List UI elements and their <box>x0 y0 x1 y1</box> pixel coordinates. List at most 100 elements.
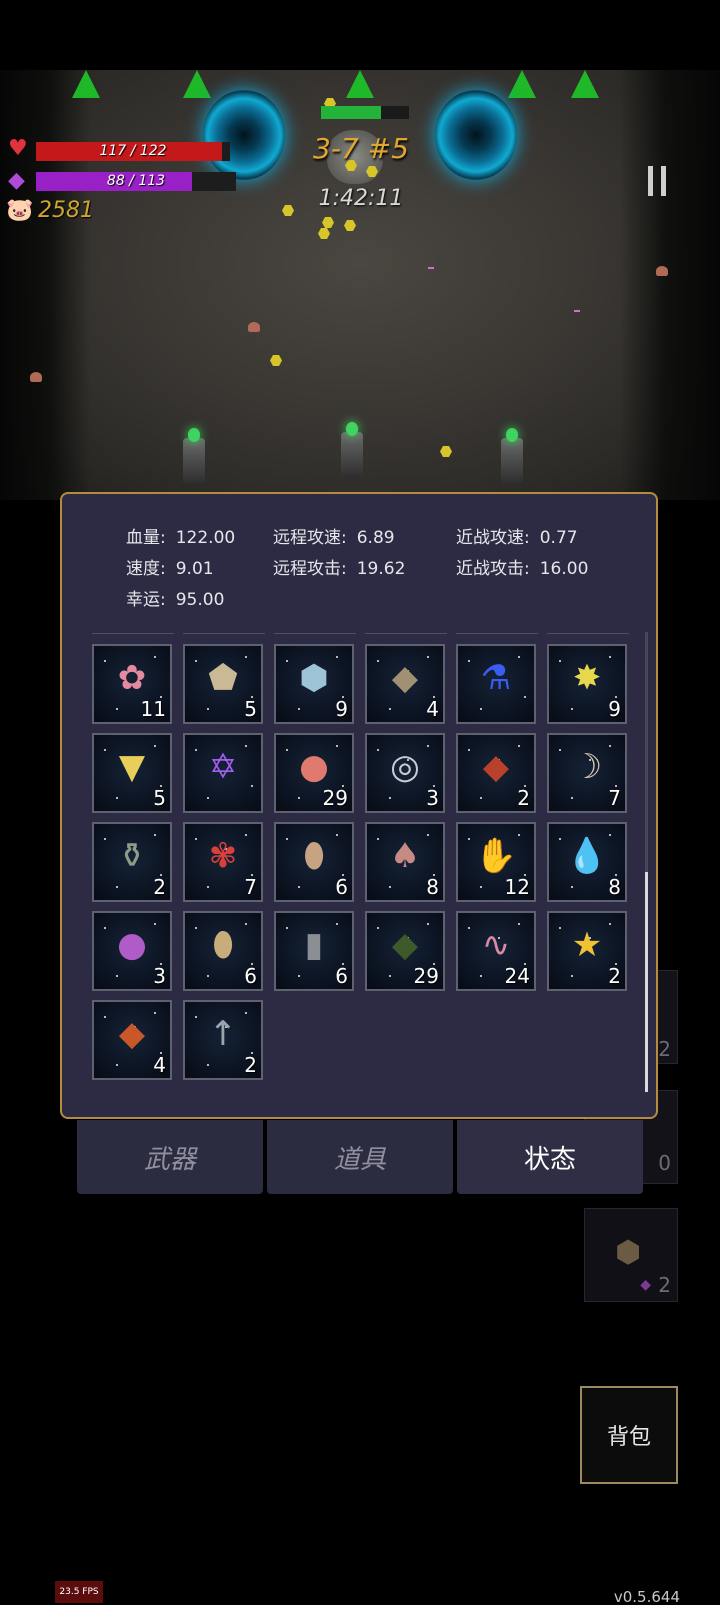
item-slot[interactable]: ∿ 24 <box>456 911 536 991</box>
item-count: 8 <box>608 875 621 899</box>
side-slot-dice[interactable]: ⬢ ◆ 2 <box>584 1208 678 1302</box>
item-count: 3 <box>426 786 439 810</box>
star-sparkle <box>207 1064 209 1066</box>
item-slot[interactable]: ✋ 12 <box>456 822 536 902</box>
star-sparkle <box>207 708 209 710</box>
item-slot[interactable]: ✾ 7 <box>183 822 263 902</box>
item-slot[interactable]: ★ 2 <box>547 911 627 991</box>
star-sparkle <box>207 797 209 799</box>
item-count: 9 <box>335 697 348 721</box>
star-sparkle <box>389 886 391 888</box>
item-count: 6 <box>244 964 257 988</box>
side-slot-count: 2 <box>658 1037 671 1061</box>
star-sparkle <box>116 1064 118 1066</box>
item-slot[interactable]: 💧 8 <box>547 822 627 902</box>
item-count: 9 <box>608 697 621 721</box>
flask-icon: ⚱ <box>117 836 147 876</box>
side-slot-count: 2 <box>658 1273 671 1297</box>
stat-luck: 幸运: 95.00 <box>126 590 225 610</box>
item-count: 3 <box>153 964 166 988</box>
star-sparkle <box>116 886 118 888</box>
star-sparkle <box>298 975 300 977</box>
mushroom-decor <box>30 372 42 382</box>
coin-icon <box>440 446 452 457</box>
item-slot[interactable]: ◆ 4 <box>92 1000 172 1080</box>
item-slot[interactable]: ● 29 <box>274 733 354 813</box>
item-slot[interactable]: ▮ 6 <box>274 911 354 991</box>
mushroom-icon: ♠ <box>389 836 421 876</box>
boss-health-bar <box>321 106 409 119</box>
stat-hp: 血量: 122.00 <box>126 528 236 548</box>
item-slot[interactable]: ♠ 8 <box>365 822 445 902</box>
item-slot[interactable]: ▼ 5 <box>92 733 172 813</box>
item-slot[interactable]: ⬟ 5 <box>183 644 263 724</box>
item-slot[interactable]: ◆ 29 <box>365 911 445 991</box>
spark <box>428 267 434 269</box>
item-slot[interactable]: ⬮ 6 <box>183 911 263 991</box>
star-sparkle <box>207 886 209 888</box>
star-sparkle <box>389 975 391 977</box>
sack-icon: ⬮ <box>303 836 325 876</box>
yellow-star-gem-icon: ✸ <box>572 658 602 698</box>
tab-weapons[interactable]: 武器 <box>77 1120 263 1194</box>
item-slot[interactable]: ↑ 2 <box>183 1000 263 1080</box>
star-sparkle <box>480 797 482 799</box>
side-slot-count: 0 <box>658 1151 671 1175</box>
boss-health-fill <box>321 106 381 119</box>
purple-rune-icon: ✡ <box>208 747 238 787</box>
gold-counter: 2581 <box>38 198 94 223</box>
item-slot[interactable]: ☽ 7 <box>547 733 627 813</box>
item-count: 2 <box>517 786 530 810</box>
item-count: 29 <box>413 964 439 988</box>
red-flower-icon: ✾ <box>208 836 238 876</box>
version-label: v0.5.644 <box>613 1588 680 1605</box>
stat-melee-attack: 近战攻击: 16.00 <box>456 559 589 579</box>
portal-left <box>203 90 285 180</box>
stage-label: 3-7 #5 <box>313 132 409 165</box>
mana-bar: 88 / 113 <box>36 172 236 191</box>
coin-icon <box>344 220 356 231</box>
item-count: 2 <box>153 875 166 899</box>
hp-text: 117 / 122 <box>99 143 167 159</box>
star-sparkle <box>298 708 300 710</box>
tab-items[interactable]: 道具 <box>267 1120 453 1194</box>
tombstone-icon: ▮ <box>304 925 324 965</box>
ore-chunks-icon: ⬟ <box>208 658 238 698</box>
item-slot[interactable]: ⚱ 2 <box>92 822 172 902</box>
divider <box>456 633 538 634</box>
item-slot[interactable]: ● 3 <box>92 911 172 991</box>
star-sparkle <box>571 975 573 977</box>
item-slot[interactable]: ◆ 4 <box>365 644 445 724</box>
item-count: 5 <box>244 697 257 721</box>
crystal-rock-icon: ⬢ <box>299 658 329 698</box>
item-slot[interactable]: ⬮ 6 <box>274 822 354 902</box>
item-slot[interactable]: ⚗ <box>456 644 536 724</box>
item-slot[interactable]: ✿ 11 <box>92 644 172 724</box>
item-slot[interactable]: ◎ 3 <box>365 733 445 813</box>
star-sparkle <box>571 797 573 799</box>
tab-status[interactable]: 状态 <box>457 1120 643 1194</box>
star-sparkle <box>480 708 482 710</box>
star-sparkle <box>116 708 118 710</box>
blue-potion-icon: ⚗ <box>480 658 512 698</box>
item-count: 4 <box>153 1053 166 1077</box>
egg-icon: ⬮ <box>212 925 234 965</box>
item-count: 5 <box>153 786 166 810</box>
spark <box>574 310 580 312</box>
backpack-button[interactable]: 背包 <box>580 1386 678 1484</box>
stat-speed: 速度: 9.01 <box>126 559 214 579</box>
item-slot[interactable]: ⬢ 9 <box>274 644 354 724</box>
item-slot[interactable]: ◆ 2 <box>456 733 536 813</box>
water-drop-icon: 💧 <box>565 836 609 876</box>
pause-icon[interactable] <box>648 166 670 196</box>
silver-ring-icon: ◎ <box>390 747 420 787</box>
star-sparkle <box>116 975 118 977</box>
scrollbar-thumb[interactable] <box>645 872 648 1092</box>
item-slot[interactable]: ✡ <box>183 733 263 813</box>
item-count: 4 <box>426 697 439 721</box>
hp-bar: 117 / 122 <box>36 142 230 161</box>
spawn-marker-icon <box>508 70 536 98</box>
star-sparkle <box>298 886 300 888</box>
item-slot[interactable]: ✸ 9 <box>547 644 627 724</box>
divider <box>365 633 447 634</box>
